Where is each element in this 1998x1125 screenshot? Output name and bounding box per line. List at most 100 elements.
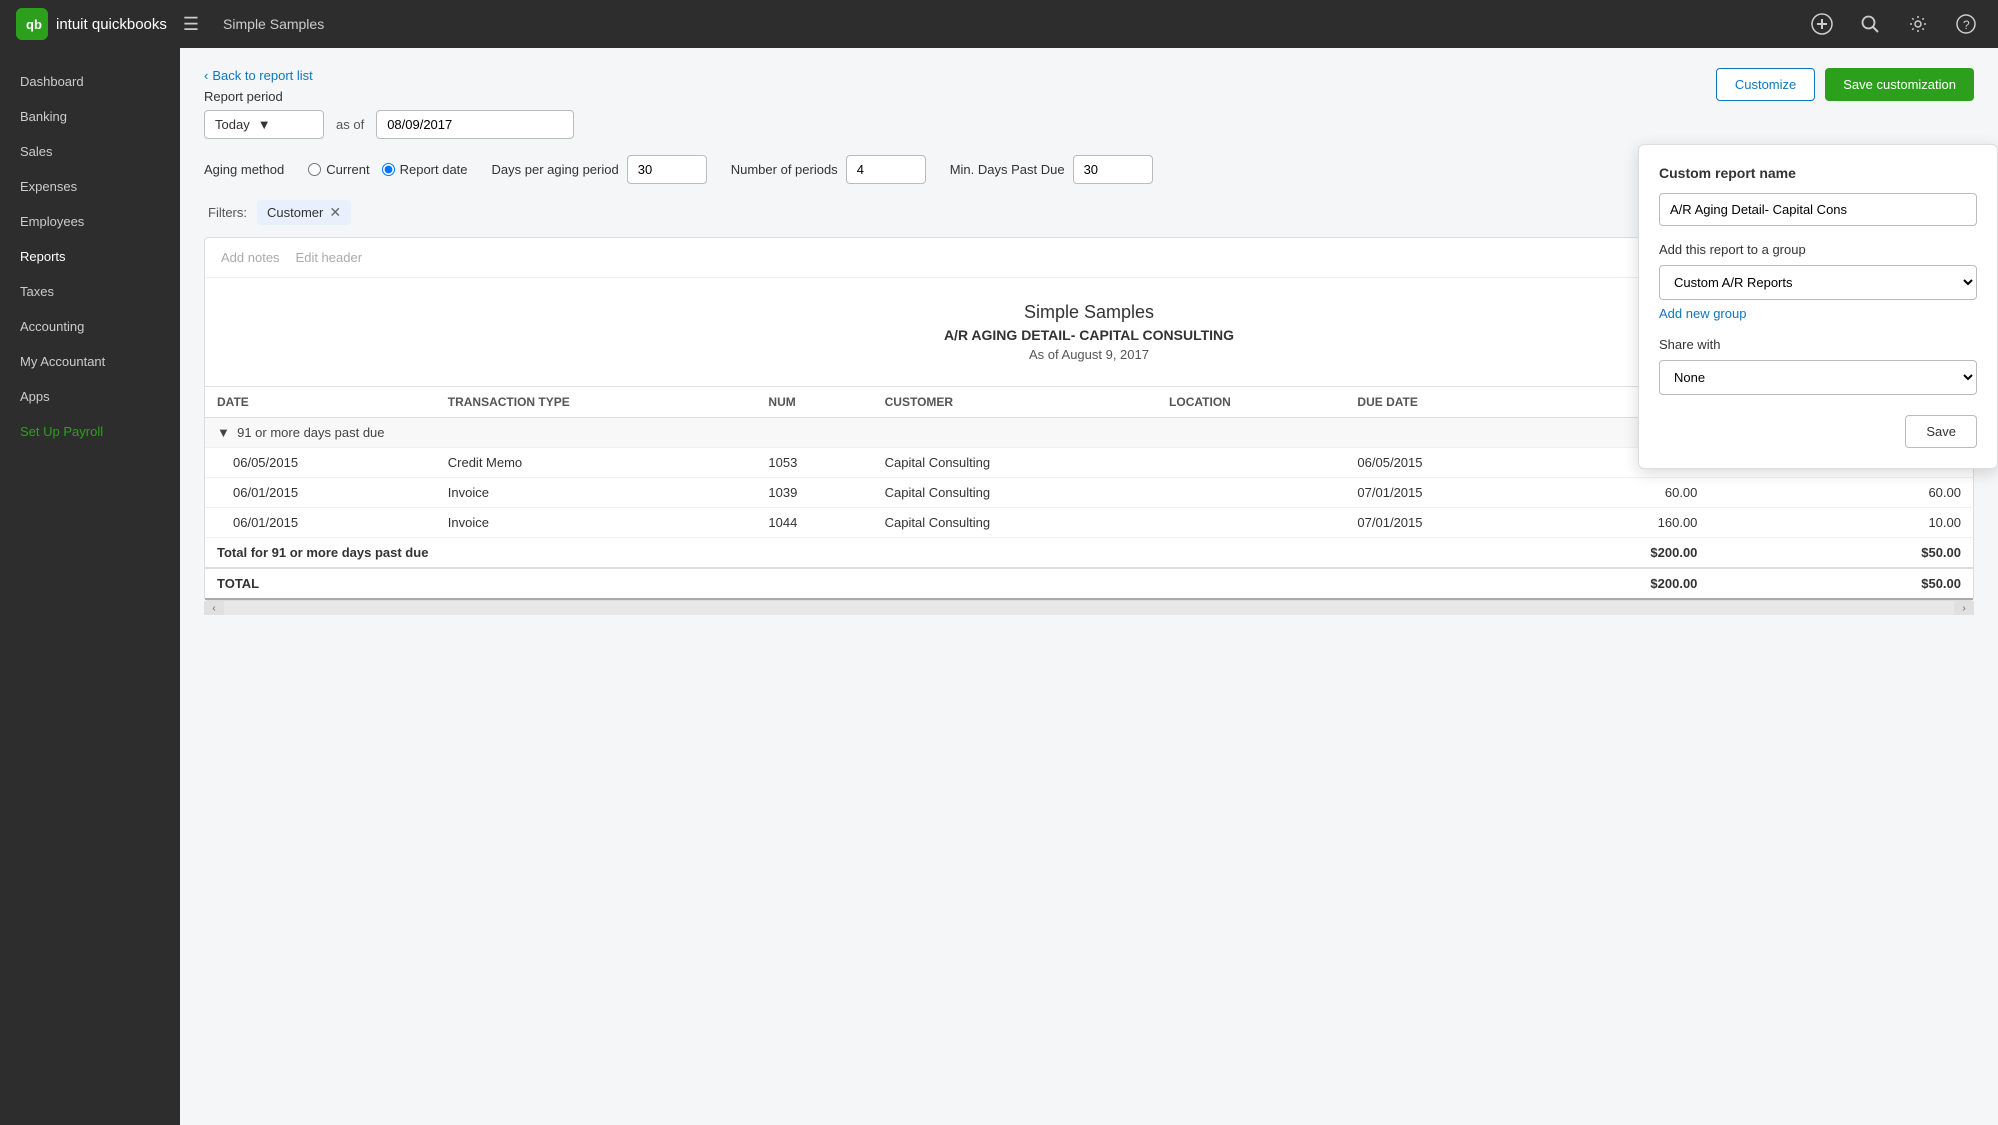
radio-report-date-input[interactable] xyxy=(382,163,395,176)
grand-total-row: TOTAL $200.00 $50.00 xyxy=(205,568,1973,599)
cell-customer-2: Capital Consulting xyxy=(873,478,1157,508)
back-link[interactable]: ‹ Back to report list xyxy=(204,68,313,83)
col-due-date: DUE DATE xyxy=(1345,387,1541,418)
radio-current-label: Current xyxy=(326,162,369,177)
scroll-left-arrow[interactable]: ‹ xyxy=(204,601,224,615)
group-select[interactable]: Custom A/R Reports xyxy=(1659,265,1977,300)
edit-header-link[interactable]: Edit header xyxy=(296,250,363,265)
grand-total-label: TOTAL xyxy=(205,568,1541,599)
sidebar-item-accounting[interactable]: Accounting xyxy=(0,309,180,344)
col-customer: CUSTOMER xyxy=(873,387,1157,418)
cell-type-3: Invoice xyxy=(436,508,757,538)
svg-text:qb: qb xyxy=(26,17,42,32)
search-icon[interactable] xyxy=(1854,8,1886,40)
group-select-row: Custom A/R Reports xyxy=(1659,265,1977,300)
sidebar-item-apps[interactable]: Apps xyxy=(0,379,180,414)
col-date: DATE xyxy=(205,387,436,418)
add-new-group-link[interactable]: Add new group xyxy=(1659,306,1977,321)
cell-num-1: 1053 xyxy=(756,448,872,478)
bottom-scrollbar: ‹ › xyxy=(204,601,1974,615)
sidebar-item-dashboard[interactable]: Dashboard xyxy=(0,64,180,99)
svg-text:?: ? xyxy=(1963,18,1970,32)
cell-date-3: 06/01/2015 xyxy=(205,508,436,538)
qb-logo-text: intuit quickbooks xyxy=(56,16,167,33)
grand-total-balance: $50.00 xyxy=(1709,568,1973,599)
customer-filter-tag: Customer ✕ xyxy=(257,200,351,225)
cell-customer-1: Capital Consulting xyxy=(873,448,1157,478)
period-dropdown[interactable]: Today ▼ xyxy=(204,110,324,139)
radio-current[interactable]: Current xyxy=(308,162,369,177)
min-days-label: Min. Days Past Due xyxy=(950,162,1065,177)
customize-button[interactable]: Customize xyxy=(1716,68,1815,101)
sidebar: Dashboard Banking Sales Expenses Employe… xyxy=(0,48,180,1125)
popup-title: Custom report name xyxy=(1659,165,1977,181)
min-days-group: Min. Days Past Due xyxy=(950,155,1153,184)
cell-due-date-2: 07/01/2015 xyxy=(1345,478,1541,508)
col-location: LOCATION xyxy=(1157,387,1345,418)
filter-customer-value: Customer xyxy=(267,205,323,220)
hamburger-icon[interactable]: ☰ xyxy=(183,14,199,35)
num-periods-input[interactable] xyxy=(846,155,926,184)
days-per-period-group: Days per aging period xyxy=(492,155,707,184)
sidebar-item-setup-payroll[interactable]: Set Up Payroll xyxy=(0,414,180,449)
cell-date-1: 06/05/2015 xyxy=(205,448,436,478)
app-name: Simple Samples xyxy=(223,16,324,32)
group-collapse-icon[interactable]: ▼ xyxy=(217,425,230,440)
cell-location-1 xyxy=(1157,448,1345,478)
top-nav: qb intuit quickbooks ☰ Simple Samples ? xyxy=(0,0,1998,48)
scroll-track[interactable] xyxy=(224,601,1954,615)
sidebar-item-expenses[interactable]: Expenses xyxy=(0,169,180,204)
num-periods-label: Number of periods xyxy=(731,162,838,177)
grand-total-amount: $200.00 xyxy=(1541,568,1709,599)
cell-num-2: 1039 xyxy=(756,478,872,508)
main-content: Customize Save customization ‹ Back to r… xyxy=(180,48,1998,1125)
days-per-period-input[interactable] xyxy=(627,155,707,184)
top-buttons: Customize Save customization xyxy=(1716,68,1974,101)
sidebar-item-employees[interactable]: Employees xyxy=(0,204,180,239)
radio-current-input[interactable] xyxy=(308,163,321,176)
add-notes-link[interactable]: Add notes xyxy=(221,250,280,265)
cell-date-2: 06/01/2015 xyxy=(205,478,436,508)
popup-save-button[interactable]: Save xyxy=(1905,415,1977,448)
report-period-label: Report period xyxy=(204,89,1974,104)
aging-radio-group: Current Report date xyxy=(308,162,467,177)
scroll-right-arrow[interactable]: › xyxy=(1954,601,1974,615)
table-row: 06/01/2015 Invoice 1039 Capital Consulti… xyxy=(205,478,1973,508)
col-num: NUM xyxy=(756,387,872,418)
cell-type-2: Invoice xyxy=(436,478,757,508)
cell-location-2 xyxy=(1157,478,1345,508)
cell-due-date-3: 07/01/2015 xyxy=(1345,508,1541,538)
table-row: 06/01/2015 Invoice 1044 Capital Consulti… xyxy=(205,508,1973,538)
save-customization-button[interactable]: Save customization xyxy=(1825,68,1974,101)
settings-icon[interactable] xyxy=(1902,8,1934,40)
sidebar-item-my-accountant[interactable]: My Accountant xyxy=(0,344,180,379)
share-select[interactable]: None xyxy=(1659,360,1977,395)
sidebar-item-reports[interactable]: Reports xyxy=(0,239,180,274)
sidebar-item-taxes[interactable]: Taxes xyxy=(0,274,180,309)
cell-balance-2: 60.00 xyxy=(1709,478,1973,508)
sidebar-item-sales[interactable]: Sales xyxy=(0,134,180,169)
num-periods-group: Number of periods xyxy=(731,155,926,184)
share-select-row: None xyxy=(1659,360,1977,395)
date-input[interactable] xyxy=(376,110,574,139)
subtotal-row: Total for 91 or more days past due $200.… xyxy=(205,538,1973,569)
cell-balance-3: 10.00 xyxy=(1709,508,1973,538)
cell-amount-3: 160.00 xyxy=(1541,508,1709,538)
radio-report-date-label: Report date xyxy=(400,162,468,177)
app-logo[interactable]: qb intuit quickbooks xyxy=(16,8,167,40)
filter-remove-icon[interactable]: ✕ xyxy=(329,204,341,221)
col-transaction-type: TRANSACTION TYPE xyxy=(436,387,757,418)
custom-report-name-input[interactable] xyxy=(1659,193,1977,226)
back-link-text: Back to report list xyxy=(212,68,312,83)
radio-report-date[interactable]: Report date xyxy=(382,162,468,177)
sidebar-item-banking[interactable]: Banking xyxy=(0,99,180,134)
as-of-label: as of xyxy=(336,117,364,132)
add-icon[interactable] xyxy=(1806,8,1838,40)
help-icon[interactable]: ? xyxy=(1950,8,1982,40)
aging-method-label: Aging method xyxy=(204,162,284,177)
cell-amount-2: 60.00 xyxy=(1541,478,1709,508)
min-days-input[interactable] xyxy=(1073,155,1153,184)
cell-location-3 xyxy=(1157,508,1345,538)
period-value: Today xyxy=(215,117,250,132)
cell-due-date-1: 06/05/2015 xyxy=(1345,448,1541,478)
